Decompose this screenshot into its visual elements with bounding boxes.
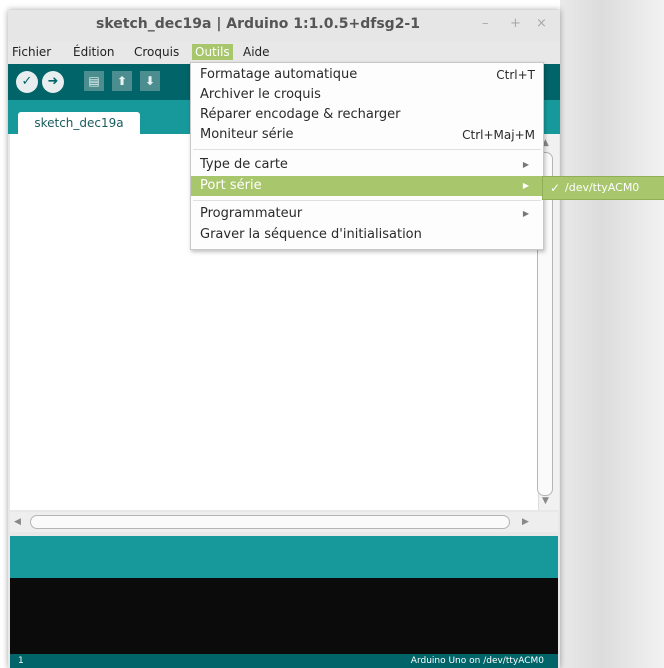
window-title: sketch_dec19a | Arduino 1:1.0.5+dfsg2-1 bbox=[95, 16, 420, 32]
menu-item-label: Port série bbox=[200, 178, 262, 193]
tools-dropdown-menu: Formatage automatique Ctrl+T Archiver le… bbox=[190, 62, 544, 250]
scroll-left-icon[interactable]: ◀ bbox=[14, 517, 21, 527]
menu-item-label: Type de carte bbox=[200, 157, 288, 172]
menu-item-archive-sketch[interactable]: Archiver le croquis bbox=[191, 85, 543, 105]
tab-sketch[interactable]: sketch_dec19a bbox=[18, 112, 140, 134]
menu-item-burn-bootloader[interactable]: Graver la séquence d'initialisation bbox=[191, 225, 543, 245]
menu-item-auto-format[interactable]: Formatage automatique Ctrl+T bbox=[191, 65, 543, 85]
menu-separator bbox=[193, 149, 541, 150]
menu-item-label: Programmateur bbox=[200, 206, 303, 221]
menu-item-label: Réparer encodage & recharger bbox=[200, 107, 401, 122]
checkmark-icon: ✓ bbox=[550, 181, 561, 195]
menu-edition[interactable]: Édition bbox=[70, 44, 118, 60]
horizontal-scroll-thumb[interactable] bbox=[30, 515, 510, 529]
serial-port-submenu-item[interactable]: ✓ /dev/ttyACM0 bbox=[542, 176, 664, 200]
message-area bbox=[10, 536, 558, 578]
menu-item-shortcut: Ctrl+T bbox=[496, 68, 535, 82]
menu-item-label: Moniteur série bbox=[200, 127, 294, 142]
save-icon: ⬇ bbox=[144, 74, 156, 88]
menu-item-shortcut: Ctrl+Maj+M bbox=[462, 128, 535, 142]
menu-aide[interactable]: Aide bbox=[240, 44, 273, 60]
upload-icon: ➜ bbox=[47, 74, 59, 89]
title-bar[interactable]: sketch_dec19a | Arduino 1:1.0.5+dfsg2-1 … bbox=[8, 10, 560, 42]
menu-croquis[interactable]: Croquis bbox=[131, 44, 182, 60]
console-output bbox=[10, 578, 558, 654]
open-button[interactable]: ⬆ bbox=[112, 71, 132, 91]
open-icon: ⬆ bbox=[116, 74, 128, 88]
scroll-down-icon[interactable]: ▼ bbox=[542, 496, 549, 506]
menu-item-label: Archiver le croquis bbox=[200, 87, 321, 102]
menu-item-fix-encoding[interactable]: Réparer encodage & recharger bbox=[191, 105, 543, 125]
serial-port-label: /dev/ttyACM0 bbox=[565, 181, 640, 194]
save-button[interactable]: ⬇ bbox=[140, 71, 160, 91]
new-button[interactable]: ▤ bbox=[84, 71, 104, 91]
upload-button[interactable]: ➜ bbox=[42, 71, 64, 93]
menu-item-board-type[interactable]: Type de carte ▶ bbox=[191, 155, 543, 175]
menu-fichier[interactable]: Fichier bbox=[9, 44, 54, 60]
close-icon[interactable]: × bbox=[536, 16, 547, 31]
verify-icon: ✓ bbox=[21, 74, 33, 89]
status-bar: 1 Arduino Uno on /dev/ttyACM0 bbox=[10, 654, 558, 668]
menu-item-serial-port[interactable]: Port série ▶ bbox=[191, 176, 543, 196]
menu-item-label: Formatage automatique bbox=[200, 67, 358, 82]
menu-item-label: Graver la séquence d'initialisation bbox=[200, 227, 422, 242]
submenu-arrow-icon: ▶ bbox=[522, 181, 529, 190]
minimize-icon[interactable]: – bbox=[482, 16, 489, 31]
menu-item-programmer[interactable]: Programmateur ▶ bbox=[191, 204, 543, 224]
menu-bar: Fichier Édition Croquis Outils Aide bbox=[8, 42, 560, 62]
maximize-icon[interactable]: + bbox=[510, 16, 521, 31]
submenu-arrow-icon: ▶ bbox=[522, 160, 529, 169]
menu-item-serial-monitor[interactable]: Moniteur série Ctrl+Maj+M bbox=[191, 125, 543, 145]
menu-separator bbox=[193, 200, 541, 201]
verify-button[interactable]: ✓ bbox=[16, 71, 38, 93]
new-file-icon: ▤ bbox=[88, 74, 100, 88]
board-port-status: Arduino Uno on /dev/ttyACM0 bbox=[410, 656, 544, 666]
menu-outils[interactable]: Outils bbox=[192, 44, 233, 60]
scroll-right-icon[interactable]: ▶ bbox=[522, 517, 529, 527]
submenu-arrow-icon: ▶ bbox=[522, 209, 529, 218]
desktop-background bbox=[560, 0, 664, 668]
line-number: 1 bbox=[18, 656, 24, 666]
